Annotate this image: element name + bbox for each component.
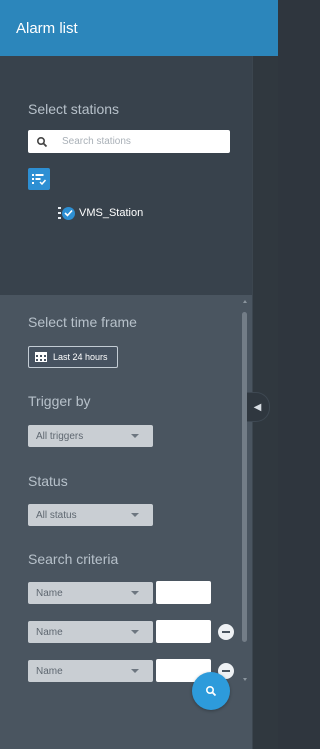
criteria-field-select[interactable]: Name [28,621,153,643]
search-icon [205,685,217,697]
criteria-field-select[interactable]: Name [28,660,153,682]
list-check-icon [32,174,46,185]
select-stations-label: Select stations [28,101,120,117]
chevron-left-icon: ◀ [253,401,262,413]
criteria-field-select[interactable]: Name [28,582,153,604]
status-label: Status [28,473,68,489]
scroll-down-arrow[interactable] [243,678,247,681]
caret-down-icon [131,669,139,673]
page-title: Alarm list [16,19,78,37]
trigger-select[interactable]: All triggers [28,425,153,447]
checked-icon[interactable] [62,206,75,220]
caret-down-icon [131,591,139,595]
time-frame-value: Last 24 hours [53,352,108,362]
tree-select-button[interactable] [28,168,50,190]
criteria-field-value: Name [36,626,63,638]
caret-down-icon [131,434,139,438]
search-icon [36,136,48,147]
criteria-field-value: Name [36,665,63,677]
criteria-value-input[interactable] [156,620,211,643]
calendar-icon [35,352,47,362]
criteria-value-input[interactable] [156,581,211,604]
caret-down-icon [131,630,139,634]
scroll-up-arrow[interactable] [243,300,247,303]
station-tree-item[interactable]: VMS_Station [58,205,143,221]
status-select-value: All status [36,509,77,521]
remove-criteria-button[interactable] [218,624,234,640]
criteria-field-value: Name [36,587,63,599]
search-stations-box[interactable] [28,130,230,153]
minus-circle-icon [222,631,230,633]
time-frame-button[interactable]: Last 24 hours [28,346,118,368]
search-button[interactable] [192,672,230,710]
trigger-by-label: Trigger by [28,393,91,409]
station-name: VMS_Station [79,207,144,219]
minus-circle-icon [222,670,230,672]
app-header: Alarm list [0,0,278,56]
trigger-select-value: All triggers [36,430,84,442]
status-select[interactable]: All status [28,504,153,526]
time-frame-label: Select time frame [28,314,137,330]
drag-handle-icon [58,207,61,219]
search-stations-input[interactable] [62,132,212,151]
search-criteria-label: Search criteria [28,551,119,567]
caret-down-icon [131,513,139,517]
scrollbar-thumb[interactable] [242,312,247,642]
